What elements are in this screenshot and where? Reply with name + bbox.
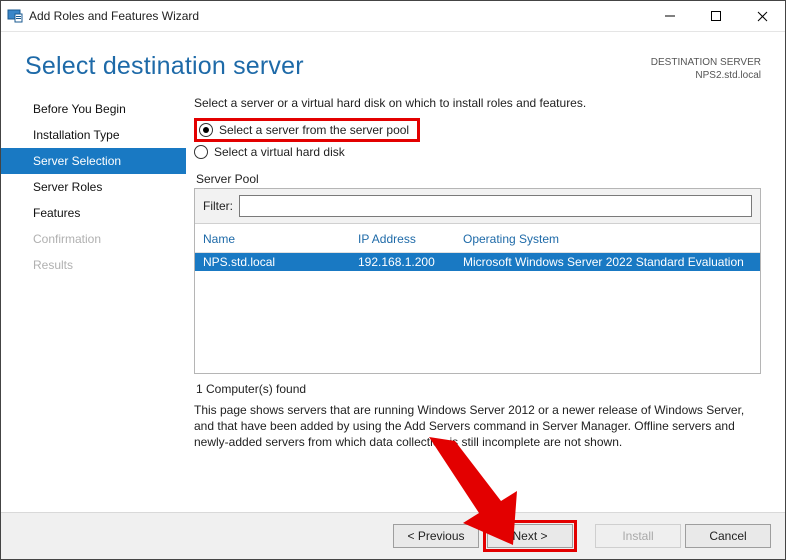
wizard-footer: < Previous Next > Install Cancel bbox=[1, 512, 785, 559]
minimize-button[interactable] bbox=[647, 1, 693, 31]
window-title: Add Roles and Features Wizard bbox=[29, 9, 647, 23]
titlebar: Add Roles and Features Wizard bbox=[1, 1, 785, 32]
nav-step: Confirmation bbox=[1, 226, 186, 252]
highlight-radio1: Select a server from the server pool bbox=[194, 118, 420, 142]
server-row[interactable]: NPS.std.local192.168.1.200Microsoft Wind… bbox=[195, 253, 760, 271]
wizard-content: Select a server or a virtual hard disk o… bbox=[186, 86, 785, 512]
app-icon bbox=[7, 8, 23, 24]
filter-label: Filter: bbox=[203, 199, 233, 213]
destination-value: NPS2.std.local bbox=[651, 69, 761, 82]
cell-ip: 192.168.1.200 bbox=[358, 255, 463, 269]
close-button[interactable] bbox=[739, 1, 785, 31]
next-button[interactable]: Next > bbox=[487, 524, 573, 548]
window-controls bbox=[647, 1, 785, 31]
cell-os: Microsoft Windows Server 2022 Standard E… bbox=[463, 255, 752, 269]
wizard-body: Before You BeginInstallation TypeServer … bbox=[1, 86, 785, 512]
radio-vhd[interactable] bbox=[194, 145, 208, 159]
col-header-os[interactable]: Operating System bbox=[463, 232, 752, 246]
page-description: This page shows servers that are running… bbox=[194, 402, 757, 451]
server-grid-header: Name IP Address Operating System bbox=[195, 224, 760, 253]
nav-step[interactable]: Installation Type bbox=[1, 122, 186, 148]
install-button: Install bbox=[595, 524, 681, 548]
nav-step: Results bbox=[1, 252, 186, 278]
server-grid-body: NPS.std.local192.168.1.200Microsoft Wind… bbox=[195, 253, 760, 373]
server-pool-panel: Filter: Name IP Address Operating System… bbox=[194, 188, 761, 374]
nav-step[interactable]: Server Roles bbox=[1, 174, 186, 200]
intro-text: Select a server or a virtual hard disk o… bbox=[194, 96, 761, 110]
radio-server-pool[interactable] bbox=[199, 123, 213, 137]
page-title: Select destination server bbox=[25, 52, 651, 81]
cell-name: NPS.std.local bbox=[203, 255, 358, 269]
radio-group: Select a server from the server pool Sel… bbox=[194, 118, 761, 160]
col-header-ip[interactable]: IP Address bbox=[358, 232, 463, 246]
maximize-button[interactable] bbox=[693, 1, 739, 31]
cancel-button[interactable]: Cancel bbox=[685, 524, 771, 548]
filter-bar: Filter: bbox=[195, 189, 760, 224]
nav-step[interactable]: Before You Begin bbox=[1, 96, 186, 122]
page-header: Select destination server DESTINATION SE… bbox=[1, 32, 785, 86]
wizard-step-nav: Before You BeginInstallation TypeServer … bbox=[1, 86, 186, 512]
destination-server-info: DESTINATION SERVER NPS2.std.local bbox=[651, 56, 761, 82]
nav-step[interactable]: Server Selection bbox=[1, 148, 186, 174]
radio-server-pool-label: Select a server from the server pool bbox=[219, 123, 409, 137]
server-pool-label: Server Pool bbox=[196, 172, 761, 186]
wizard-window: Add Roles and Features Wizard Select des… bbox=[0, 0, 786, 560]
col-header-name[interactable]: Name bbox=[203, 232, 358, 246]
filter-input[interactable] bbox=[239, 195, 752, 217]
nav-step[interactable]: Features bbox=[1, 200, 186, 226]
radio-vhd-label: Select a virtual hard disk bbox=[214, 145, 345, 159]
highlight-next: Next > bbox=[483, 520, 577, 552]
destination-label: DESTINATION SERVER bbox=[651, 56, 761, 69]
previous-button[interactable]: < Previous bbox=[393, 524, 479, 548]
computers-found-label: 1 Computer(s) found bbox=[196, 382, 761, 396]
